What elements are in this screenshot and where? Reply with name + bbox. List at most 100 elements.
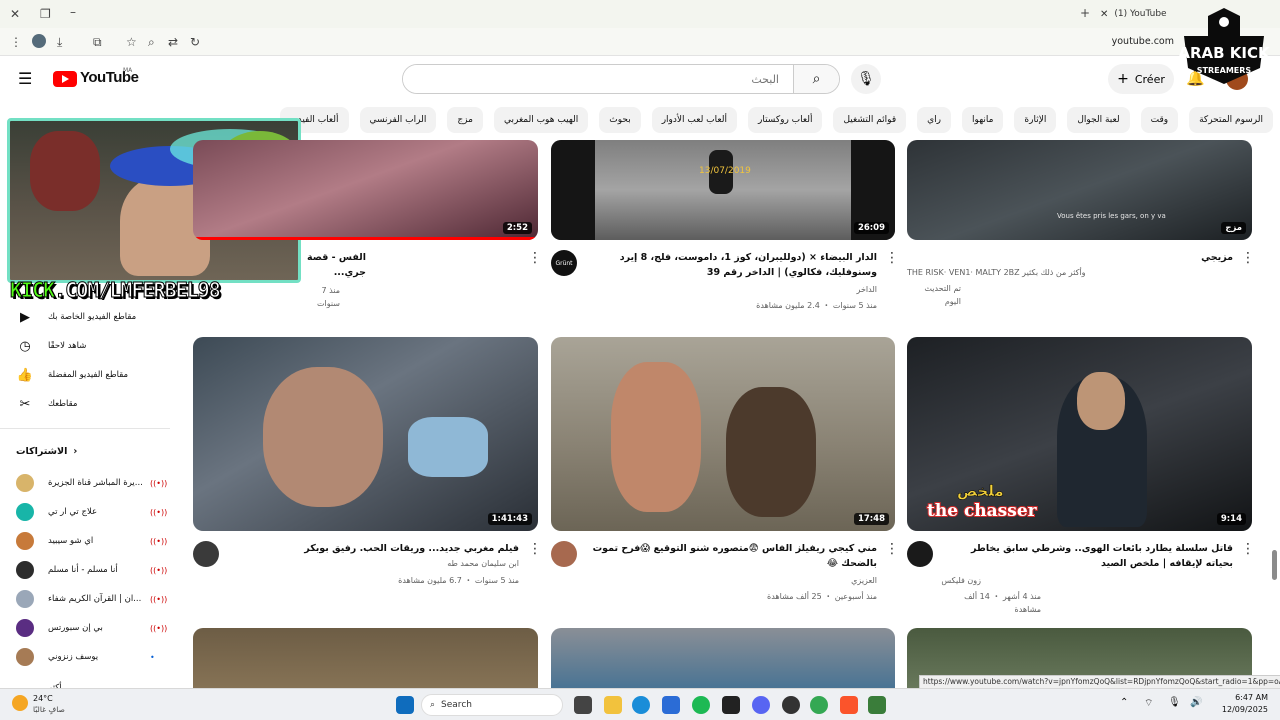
translate-icon[interactable]: ⇄ [168,35,178,49]
sidebar-item-your-videos[interactable]: ▶ مقاطع الفيديو الخاصة بك [16,306,166,328]
more-options-icon[interactable]: ⋮ [885,251,899,265]
channel-name[interactable]: العزيزي [585,574,877,587]
weather-temp[interactable]: 24°C [33,694,53,703]
spotify-icon[interactable] [692,696,710,714]
discord-icon[interactable] [752,696,770,714]
zoom-icon[interactable]: ⌕ [148,35,155,49]
search-input[interactable] [403,65,793,93]
youtube-logo-icon[interactable] [53,71,77,87]
microphone-icon[interactable]: 🎙 [1168,697,1181,708]
new-tab-icon[interactable]: + [1080,6,1090,20]
channel-avatar[interactable] [193,541,219,567]
video-title[interactable]: مني كيجي ريفيلز الفاس 😨متصوره شنو التوقي… [585,541,877,571]
sidebar-item-label: مقاطع الفيديو الخاصة بك [48,312,137,322]
search-icon: ⌕ [430,700,436,710]
filter-chip[interactable]: وقت [1140,107,1179,133]
edge-icon[interactable] [632,696,650,714]
channel-avatar[interactable]: Grünt [551,250,577,276]
channel-avatar[interactable] [907,541,933,567]
filter-chip[interactable]: الهيب هوب المغربي [493,107,589,133]
filter-chip[interactable]: قوائم التشغيل [833,107,907,133]
task-view-icon[interactable] [574,696,592,714]
clock-date[interactable]: 12/09/2025 [1222,705,1268,714]
restore-window-icon[interactable]: ❐ [40,7,51,21]
create-button[interactable]: + Créer [1108,64,1174,94]
filter-chip[interactable]: مزج [447,107,483,133]
terminal-icon[interactable] [722,696,740,714]
subscription-item[interactable]: اي شو سيبيد ((•)) [16,530,167,552]
address-url[interactable]: youtube.com [1112,36,1174,47]
search-button[interactable]: ⌕ [793,65,839,93]
filter-chip[interactable]: الإثارة [1014,107,1057,133]
subscription-item[interactable]: علاج تي ار تي ((•)) [16,501,167,523]
network-icon[interactable]: ⌔ [1144,697,1153,710]
more-options-icon[interactable]: ⋮ [528,251,542,265]
browser-tab-bar: ✕ ❐ – + ✕ (1) YouTube [0,0,1280,28]
channel-name[interactable]: ابن سليمان محمد طه [227,557,519,570]
screen: ✕ ❐ – + ✕ (1) YouTube ⋮ ⤓ ⧉ ☆ ⌕ ⇄ ↻ yout… [0,0,1280,720]
filter-chip[interactable]: ألعاب روكستار [747,107,823,133]
hamburger-menu-icon[interactable]: ☰ [18,69,32,88]
clock-time[interactable]: 6:47 AM [1235,693,1268,702]
page-scrollbar-thumb[interactable] [1272,550,1277,580]
taskbar-search[interactable]: ⌕ Search [421,694,563,716]
sidebar-item-liked-videos[interactable]: 👍 مقاطع الفيديو المفضلة [16,364,166,386]
subscription-item[interactable]: ...ان | القرآن الكريم شفاء ((•)) [16,588,167,610]
channel-name[interactable]: THE RISK· VEN1· MALTY 2BZ وأكثر من ذلك ب… [907,266,1107,279]
filter-chip[interactable]: مانهوا [962,107,1004,133]
subscription-item[interactable]: أنا مسلم - أنا مسلم ((•)) [16,559,167,581]
subscription-item[interactable]: بي إن سبورتس ((•)) [16,617,167,639]
video-title[interactable]: مزيجي [907,250,1233,265]
video-thumbnail[interactable]: 13/07/2019 26:09 [551,140,895,240]
filter-chip[interactable]: ألعاب لعب الأدوار [651,107,737,133]
app-icon[interactable] [868,696,886,714]
video-thumbnail[interactable]: ملخص the chasser 9:14 [907,337,1252,531]
minimize-window-icon[interactable]: – [70,5,76,19]
video-title[interactable]: فيلم مغربي جديد... وريقات الحب. رفيق بوب… [227,541,519,556]
weather-sun-icon[interactable] [12,695,28,711]
subscription-item[interactable]: يوسف زنزوني • [16,646,166,668]
file-explorer-icon[interactable] [604,696,622,714]
reload-icon[interactable]: ↻ [190,35,200,49]
filter-chip[interactable]: الراب الفرنسي [359,107,437,133]
store-icon[interactable] [662,696,680,714]
sidebar-item-watch-later[interactable]: ◷ شاهد لاحقًا [16,335,166,357]
more-options-icon[interactable]: ⋮ [885,542,899,556]
filter-chip[interactable]: لعبة الجوال [1067,107,1130,133]
subscription-item[interactable]: ...يرة المباشر قناة الجزيرة ((•)) [16,472,167,494]
thumbnail-caption-en: the chasser [926,500,1038,522]
filter-chip[interactable]: بحوث [599,107,641,133]
menu-dots-icon[interactable]: ⋮ [10,35,22,49]
subscriptions-header[interactable]: الاشتراكات › [16,440,166,462]
extensions-icon[interactable]: ⧉ [93,35,102,49]
video-thumbnail[interactable]: 1:41:43 [193,337,538,531]
windows-start-icon[interactable] [396,696,414,714]
more-options-icon[interactable]: ⋮ [1241,251,1255,265]
voice-search-button[interactable]: 🎙 [851,64,881,94]
obs-icon[interactable] [782,696,800,714]
sidebar-item-clips[interactable]: ✂ مقاطعك [16,393,166,415]
bookmark-star-icon[interactable]: ☆ [126,35,137,49]
more-options-icon[interactable]: ⋮ [1241,542,1255,556]
video-title[interactable]: الدار البيضاء × (دولليبران، كوز 1، داموس… [585,250,877,280]
sidebar: ▶ مقاطع الفيديو الخاصة بك ◷ شاهد لاحقًا … [0,300,170,696]
tab-close-icon[interactable]: ✕ [1100,9,1108,20]
brave-icon[interactable] [840,696,858,714]
filter-chip[interactable]: راي [917,107,952,133]
volume-icon[interactable]: 🔊 [1190,697,1202,708]
chevron-up-icon[interactable]: ⌃ [1120,697,1128,708]
video-title[interactable]: قاتل سلسلة يطارد بائعات الهوى.. وشرطي سا… [941,541,1233,571]
video-thumbnail[interactable]: 2:52 [193,140,538,240]
channel-avatar[interactable] [551,541,577,567]
channel-name[interactable]: الداخر [585,283,877,296]
close-window-icon[interactable]: ✕ [10,7,20,21]
video-thumbnail[interactable]: Vous êtes pris les gars, on y va مزج [907,140,1252,240]
more-options-icon[interactable]: ⋮ [528,542,542,556]
profile-icon[interactable] [32,34,46,48]
channel-name[interactable]: زون فليكس [941,574,981,587]
filter-chip[interactable]: الرسوم المتحركة [1189,107,1273,133]
chrome-icon[interactable] [810,696,828,714]
video-title[interactable]: الفس - قصة جري... [300,250,366,280]
video-thumbnail[interactable]: 17:48 [551,337,895,531]
download-icon[interactable]: ⤓ [57,35,62,49]
